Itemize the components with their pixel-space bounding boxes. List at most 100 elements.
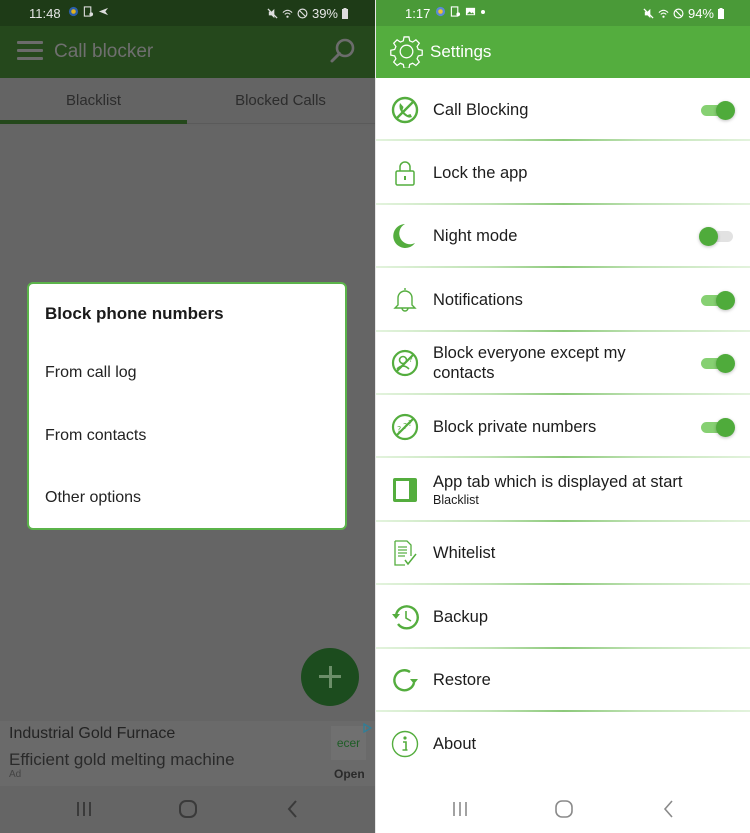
add-fab-button[interactable] (301, 648, 359, 706)
ad-description[interactable]: Efficient gold melting machine (9, 750, 235, 770)
setting-notifications[interactable]: Notifications (376, 268, 750, 332)
home-icon[interactable] (176, 798, 200, 820)
system-status-icons: 39% (267, 6, 348, 21)
do-not-disturb-icon (673, 8, 684, 19)
gear-icon (390, 36, 423, 68)
screen-settings-icon (83, 6, 94, 17)
lock-icon (395, 161, 415, 186)
system-nav-bar (0, 786, 375, 833)
tab-bar: Blacklist Blocked Calls (0, 78, 375, 126)
option-other-options[interactable]: Other options (45, 489, 141, 507)
setting-night-mode[interactable]: Night mode (376, 205, 750, 269)
status-time: 1:17 (405, 6, 431, 21)
vpn-badge-icon (435, 6, 446, 17)
home-icon[interactable] (552, 798, 576, 820)
more-notifications-dot (481, 10, 485, 14)
tab-divider (187, 123, 375, 124)
call-blocker-main-screen: 11:48 39% Call blocker Blacklist Blocked… (0, 0, 375, 833)
settings-toolbar: Settings (376, 26, 750, 78)
status-bar: 1:17 94% (376, 0, 750, 26)
blocked-phone-icon (391, 96, 419, 123)
back-icon[interactable] (281, 798, 305, 820)
setting-title: App tab which is displayed at start (433, 473, 683, 492)
setting-label: Night mode (433, 227, 518, 246)
settings-screen: 1:17 94% Settings Call Blocking Lock the… (375, 0, 750, 833)
settings-list: Call Blocking Lock the app Night mode No… (376, 78, 750, 775)
system-status-icons: 94% (643, 6, 724, 21)
setting-label: Call Blocking (433, 100, 529, 119)
battery-icon (342, 8, 348, 19)
battery-percent: 39% (311, 6, 338, 21)
gallery-icon (465, 7, 476, 16)
block-numbers-dialog: Block phone numbers From call log From c… (27, 282, 347, 530)
recent-apps-icon[interactable] (72, 798, 96, 820)
block-private-numbers-toggle[interactable] (699, 417, 735, 437)
tab-blocked-calls[interactable]: Blocked Calls (187, 78, 374, 124)
dialog-title: Block phone numbers (45, 304, 224, 323)
setting-lock-app[interactable]: Lock the app (376, 141, 750, 205)
mute-icon (643, 8, 654, 19)
setting-label: Lock the app (433, 164, 528, 183)
back-icon[interactable] (657, 798, 681, 820)
screen-settings-icon (450, 6, 461, 17)
status-bar: 11:48 39% (0, 0, 375, 26)
window-tab-icon (393, 478, 417, 503)
setting-about[interactable]: About (376, 712, 750, 775)
wifi-icon (658, 9, 669, 18)
recent-apps-icon[interactable] (448, 798, 472, 820)
wifi-icon (282, 9, 293, 18)
setting-start-tab[interactable]: App tab which is displayed at start Blac… (376, 458, 750, 522)
ad-logo[interactable]: ecer (331, 726, 366, 760)
setting-label: App tab which is displayed at start Blac… (433, 472, 683, 508)
battery-percent: 94% (687, 6, 714, 21)
setting-label: About (433, 734, 477, 753)
send-icon (98, 7, 109, 16)
checked-document-icon (394, 540, 417, 567)
refresh-icon (393, 669, 418, 692)
bell-icon (393, 287, 417, 312)
do-not-disturb-icon (297, 8, 308, 19)
setting-value: Blacklist (433, 493, 479, 508)
setting-label: Backup (433, 607, 489, 626)
setting-label: Notifications (433, 290, 523, 309)
blocked-private-number-icon: ? ? ? (391, 413, 419, 440)
option-from-call-log[interactable]: From call log (45, 364, 137, 382)
info-icon (391, 730, 419, 757)
mute-icon (267, 8, 278, 19)
tab-selected-indicator (0, 120, 187, 124)
setting-label: Whitelist (433, 544, 496, 563)
blocked-contact-icon: ? (391, 350, 419, 377)
setting-block-except-contacts[interactable]: ? Block everyone except my contacts (376, 332, 750, 395)
history-clock-icon (392, 605, 419, 630)
app-toolbar: Call blocker (0, 26, 375, 78)
setting-label: Block private numbers (433, 417, 597, 436)
block-except-contacts-toggle[interactable] (699, 353, 735, 374)
setting-label: Restore (433, 671, 491, 690)
ad-banner[interactable]: Industrial Gold Furnace Efficient gold m… (0, 721, 375, 786)
setting-backup[interactable]: Backup (376, 585, 750, 649)
notification-icons (435, 6, 486, 17)
status-time: 11:48 (29, 6, 61, 21)
hamburger-menu-icon[interactable] (17, 41, 43, 61)
notifications-toggle[interactable] (699, 290, 735, 310)
settings-title: Settings (430, 42, 492, 61)
ad-title[interactable]: Industrial Gold Furnace (9, 725, 175, 743)
search-icon[interactable] (329, 37, 357, 65)
setting-whitelist[interactable]: Whitelist (376, 522, 750, 586)
ad-choices-icon[interactable] (362, 723, 372, 733)
notification-icons (68, 6, 109, 17)
moon-icon (393, 224, 415, 249)
ad-open-button[interactable]: Open (334, 767, 365, 781)
tab-blacklist[interactable]: Blacklist (0, 78, 187, 124)
night-mode-toggle[interactable] (699, 226, 735, 247)
setting-call-blocking[interactable]: Call Blocking (376, 78, 750, 142)
setting-restore[interactable]: Restore (376, 649, 750, 712)
setting-block-private-numbers[interactable]: ? ? ? Block private numbers (376, 395, 750, 459)
ad-label: Ad (9, 769, 22, 780)
option-from-contacts[interactable]: From contacts (45, 427, 146, 445)
battery-icon (718, 8, 724, 19)
app-title: Call blocker (54, 41, 154, 62)
setting-label: Block everyone except my contacts (433, 344, 626, 383)
vpn-badge-icon (68, 6, 79, 17)
call-blocking-toggle[interactable] (699, 100, 735, 120)
